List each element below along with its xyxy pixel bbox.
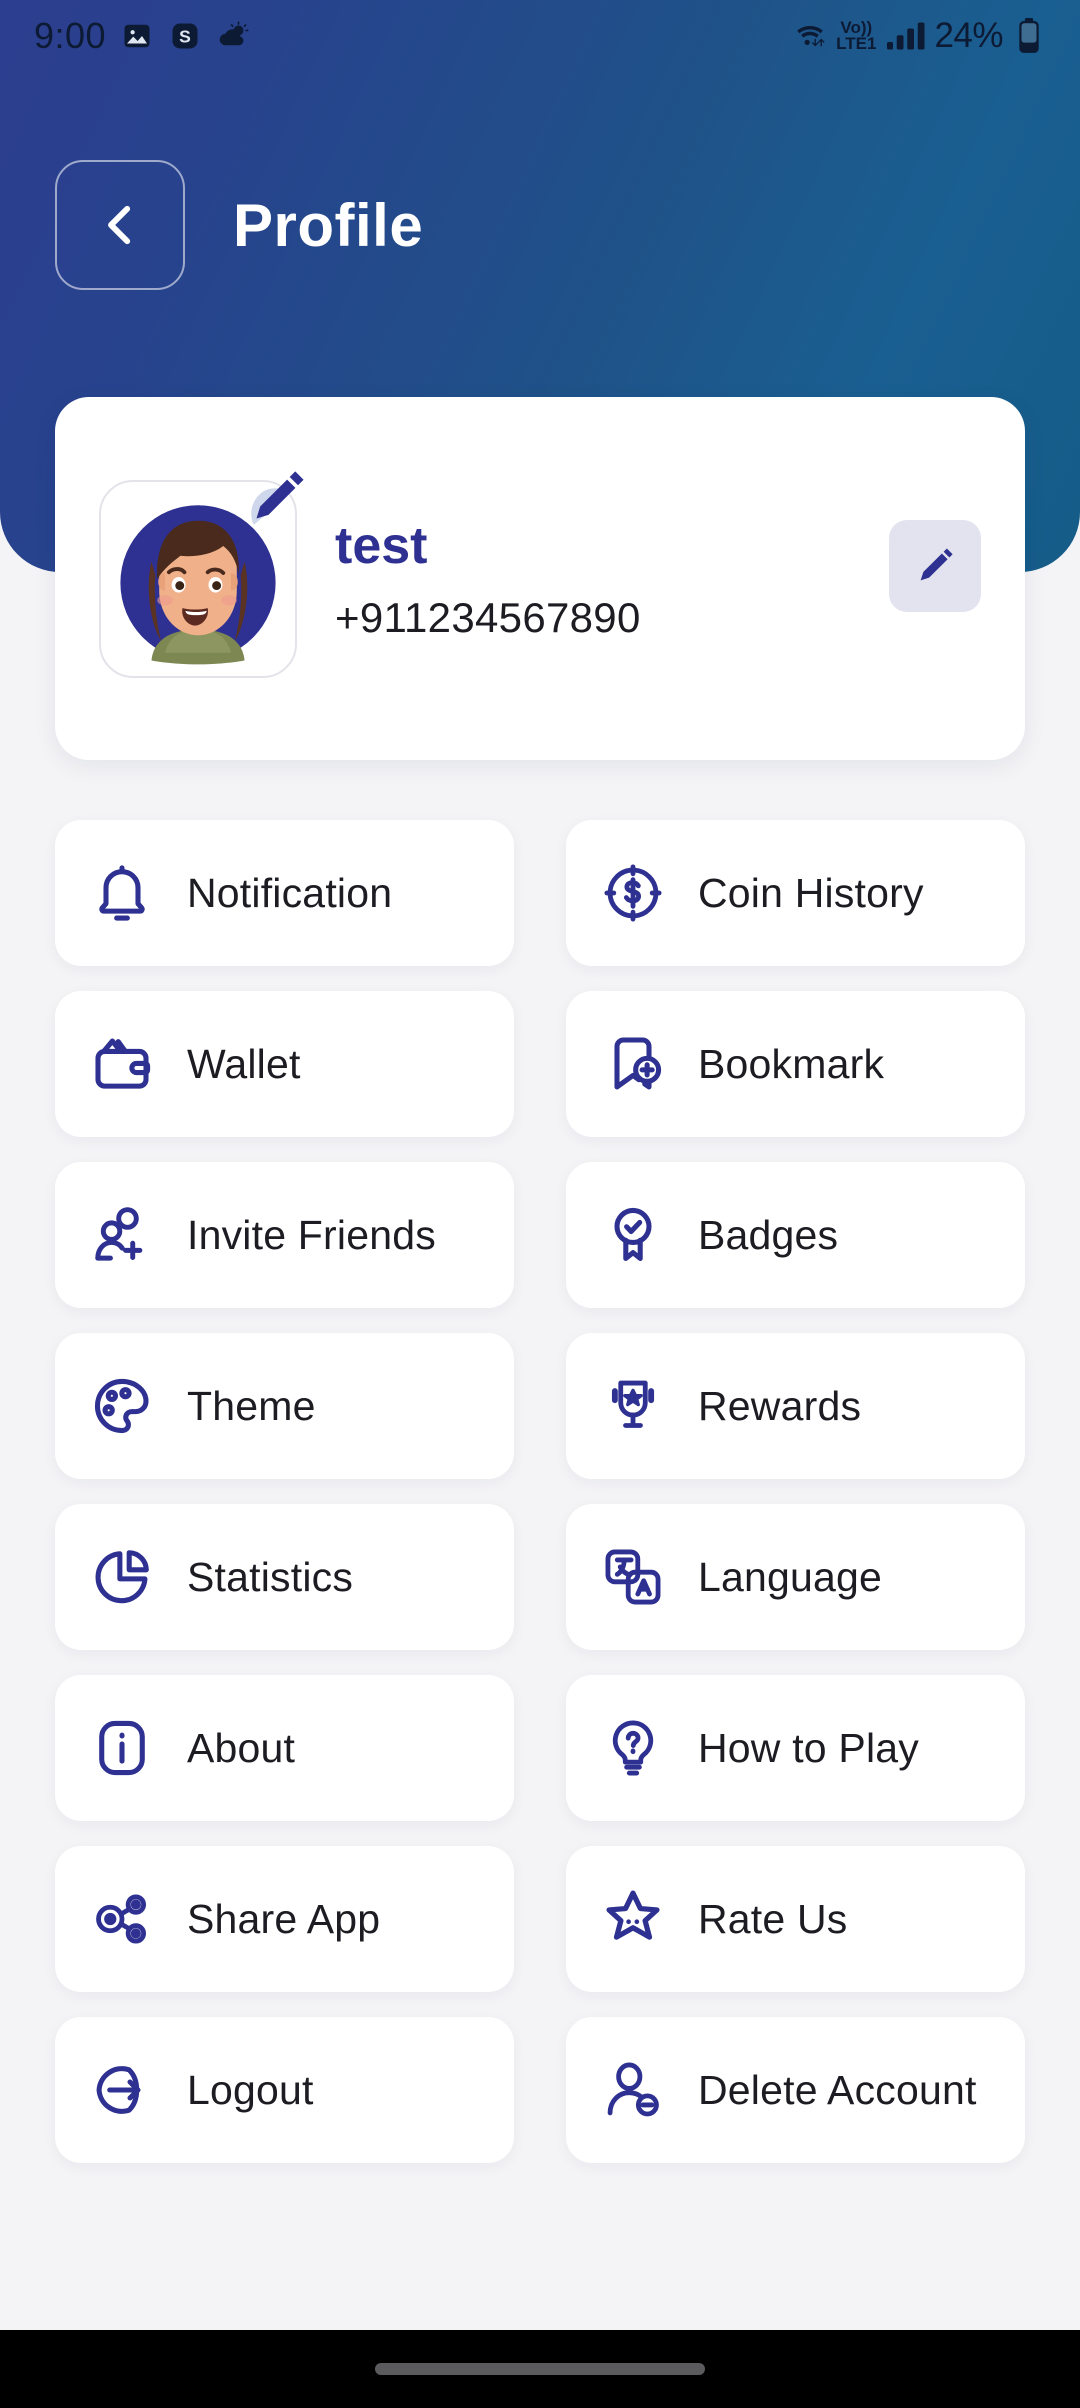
bookmark-plus-icon — [598, 1029, 668, 1099]
pie-chart-icon — [87, 1542, 157, 1612]
share-nodes-icon — [87, 1884, 157, 1954]
page-title: Profile — [233, 191, 424, 259]
menu-item-label: Statistics — [187, 1553, 354, 1600]
star-icon — [598, 1884, 668, 1954]
menu-item-badges[interactable]: Badges — [566, 1162, 1025, 1308]
bell-icon — [87, 858, 157, 928]
menu-item-share-app[interactable]: Share App — [55, 1846, 514, 1992]
translate-icon — [598, 1542, 668, 1612]
profile-texts: test +911234567890 — [335, 516, 641, 642]
menu-item-label: Share App — [187, 1895, 381, 1942]
home-indicator-pill[interactable] — [375, 2363, 705, 2375]
menu-item-notification[interactable]: Notification — [55, 820, 514, 966]
menu-item-label: Rewards — [698, 1382, 862, 1429]
profile-phone: +911234567890 — [335, 593, 641, 641]
users-plus-icon — [87, 1200, 157, 1270]
image-icon — [120, 19, 154, 53]
weather-icon — [216, 19, 250, 53]
menu-grid: Notification Coin History Wallet Bookmar… — [55, 820, 1025, 2163]
menu-item-about[interactable]: About — [55, 1675, 514, 1821]
wallet-icon — [87, 1029, 157, 1099]
badge-check-icon — [598, 1200, 668, 1270]
menu-item-wallet[interactable]: Wallet — [55, 991, 514, 1137]
phone-screen: 9:00 S Vo)) LTE1 24% Profile test +91123… — [0, 0, 1080, 2408]
profile-name: test — [335, 516, 428, 575]
trophy-star-icon — [598, 1371, 668, 1441]
signal-icon — [885, 19, 925, 53]
volte-indicator: Vo)) LTE1 — [836, 19, 877, 53]
coin-dollar-icon — [598, 858, 668, 928]
menu-item-rewards[interactable]: Rewards — [566, 1333, 1025, 1479]
menu-item-invite-friends[interactable]: Invite Friends — [55, 1162, 514, 1308]
profile-card: test +911234567890 — [55, 397, 1025, 760]
wifi-icon — [793, 19, 827, 53]
menu-item-label: Language — [698, 1553, 883, 1600]
status-time: 9:00 — [34, 15, 107, 56]
menu-item-logout[interactable]: Logout — [55, 2017, 514, 2163]
back-button[interactable] — [55, 160, 185, 290]
menu-item-how-to-play[interactable]: How to Play — [566, 1675, 1025, 1821]
bulb-question-icon — [598, 1713, 668, 1783]
menu-item-theme[interactable]: Theme — [55, 1333, 514, 1479]
volte-bottom-label: LTE1 — [836, 34, 877, 53]
menu-item-label: Coin History — [698, 869, 924, 916]
menu-item-label: Invite Friends — [187, 1211, 436, 1258]
status-bar-left: 9:00 S — [34, 15, 250, 57]
pencil-icon — [910, 541, 960, 591]
chevron-left-icon — [93, 198, 147, 252]
menu-item-rate-us[interactable]: Rate Us — [566, 1846, 1025, 1992]
battery-icon — [1012, 18, 1046, 53]
app-bar: Profile — [0, 145, 1080, 305]
menu-item-bookmark[interactable]: Bookmark — [566, 991, 1025, 1137]
avatar[interactable] — [99, 470, 304, 678]
menu-item-label: About — [187, 1724, 296, 1771]
menu-item-label: Logout — [187, 2066, 314, 2113]
menu-item-label: Delete Account — [698, 2066, 977, 2113]
menu-item-delete-account[interactable]: Delete Account — [566, 2017, 1025, 2163]
menu-item-statistics[interactable]: Statistics — [55, 1504, 514, 1650]
palette-icon — [87, 1371, 157, 1441]
skype-icon: S — [168, 19, 202, 53]
menu-item-label: Rate Us — [698, 1895, 848, 1942]
edit-profile-button[interactable] — [889, 520, 981, 612]
menu-item-label: Bookmark — [698, 1040, 885, 1087]
pencil-badge-icon[interactable] — [239, 462, 313, 536]
system-navigation-bar — [0, 2330, 1080, 2408]
menu-item-label: How to Play — [698, 1724, 919, 1771]
status-bar: 9:00 S Vo)) LTE1 24% — [0, 0, 1080, 72]
status-bar-right: Vo)) LTE1 24% — [793, 16, 1046, 56]
svg-text:S: S — [179, 26, 191, 46]
menu-item-label: Wallet — [187, 1040, 301, 1087]
menu-item-label: Badges — [698, 1211, 839, 1258]
info-icon — [87, 1713, 157, 1783]
menu-item-label: Theme — [187, 1382, 316, 1429]
logout-icon — [87, 2055, 157, 2125]
menu-item-label: Notification — [187, 869, 393, 916]
user-minus-icon — [598, 2055, 668, 2125]
battery-percent: 24% — [934, 16, 1003, 55]
menu-item-language[interactable]: Language — [566, 1504, 1025, 1650]
menu-item-coin-history[interactable]: Coin History — [566, 820, 1025, 966]
